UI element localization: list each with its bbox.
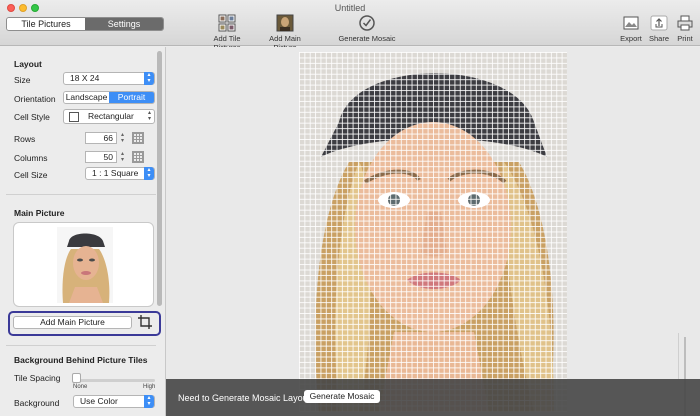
main-picture-well[interactable]: [13, 222, 154, 307]
export-button[interactable]: Export: [620, 14, 642, 43]
generate-mosaic-button[interactable]: Generate Mosaic: [304, 390, 380, 403]
columns-label: Columns: [14, 153, 48, 163]
select-arrows-icon: ▴ ▾: [144, 395, 154, 408]
rows-input[interactable]: 66: [85, 132, 117, 144]
select-arrows-icon: ▴ ▾: [144, 72, 154, 85]
background-section-title: Background Behind Picture Tiles: [14, 355, 148, 365]
section-divider: [6, 345, 156, 346]
background-label: Background: [14, 398, 60, 408]
tile-spacing-slider-track[interactable]: [75, 379, 155, 382]
slider-min-label: None: [73, 384, 88, 390]
chevron-updown-icon: ▴ ▾: [147, 110, 151, 122]
slider-max-label: High: [143, 384, 156, 390]
app-window: Untitled Tile Pictures Settings Add Tile…: [0, 0, 700, 416]
share-icon: [650, 14, 668, 32]
columns-stepper[interactable]: ▴ ▾: [119, 151, 126, 163]
status-message: Need to Generate Mosaic Layout: [178, 393, 311, 403]
main-picture-section-title: Main Picture: [14, 208, 65, 218]
share-button[interactable]: Share: [647, 14, 671, 43]
tile-pictures-icon: [218, 14, 236, 32]
tab-tile-pictures[interactable]: Tile Pictures: [7, 18, 85, 30]
cell-size-select[interactable]: 1 : 1 Square ▴ ▾: [85, 167, 155, 180]
rows-stepper[interactable]: ▴ ▾: [119, 132, 126, 144]
tile-spacing-slider-knob[interactable]: [72, 373, 81, 383]
background-select[interactable]: Use Color ▴ ▾: [73, 395, 155, 408]
tile-spacing-label: Tile Spacing: [14, 373, 61, 383]
print-button[interactable]: Print: [675, 14, 695, 43]
mosaic-preview[interactable]: [299, 52, 567, 412]
orientation-label: Orientation: [14, 94, 56, 104]
toolbar: Untitled Tile Pictures Settings Add Tile…: [0, 0, 700, 52]
size-select[interactable]: 18 X 24 ▴ ▾: [63, 72, 155, 85]
checkmark-circle-icon: [358, 14, 376, 32]
sidebar-scrollbar[interactable]: [157, 51, 162, 306]
cell-size-label: Cell Size: [14, 170, 48, 180]
crop-icon[interactable]: [137, 314, 153, 330]
tab-settings[interactable]: Settings: [85, 18, 163, 30]
layout-section-title: Layout: [14, 59, 42, 69]
mosaic-canvas: Need to Generate Mosaic Layout Generate …: [166, 47, 700, 416]
orientation-portrait[interactable]: Portrait: [109, 92, 154, 103]
printer-icon: [676, 14, 694, 32]
generate-mosaic-toolbar-button[interactable]: Generate Mosaic: [338, 14, 396, 43]
window-title: Untitled: [334, 3, 366, 13]
columns-grid-icon: [132, 151, 144, 163]
rectangle-shape-icon: [69, 112, 79, 122]
export-image-icon: [622, 14, 640, 32]
orientation-landscape[interactable]: Landscape: [64, 92, 109, 103]
add-main-picture-sidebar-button[interactable]: Add Main Picture: [13, 316, 132, 329]
sidebar-tab-switcher: Tile Pictures Settings: [6, 17, 164, 31]
cell-style-select[interactable]: Rectangular ▴ ▾: [63, 109, 155, 124]
size-label: Size: [14, 75, 31, 85]
select-arrows-icon: ▴ ▾: [144, 167, 154, 180]
columns-input[interactable]: 50: [85, 151, 117, 163]
status-bar: Need to Generate Mosaic Layout Generate …: [166, 379, 700, 416]
rows-grid-icon: [132, 132, 144, 144]
rows-label: Rows: [14, 134, 36, 144]
orientation-segmented-control: Landscape Portrait: [63, 91, 155, 104]
mosaic-grid-overlay: [299, 52, 567, 412]
cell-style-label: Cell Style: [14, 112, 50, 122]
section-divider: [6, 194, 156, 195]
main-picture-icon: [276, 14, 294, 32]
main-picture-thumbnail: [57, 227, 113, 303]
